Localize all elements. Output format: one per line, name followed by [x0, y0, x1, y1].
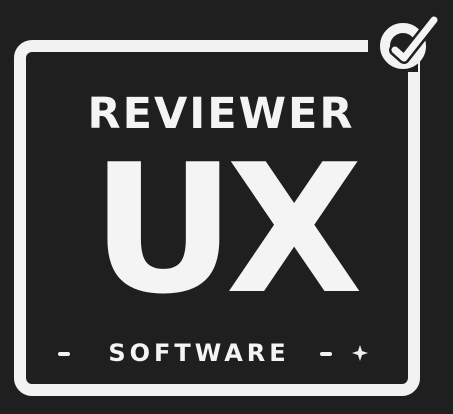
dash-icon: [320, 352, 332, 356]
brand-mark: UX: [91, 126, 363, 333]
logo-canvas: REVIEWER UX SOFTWARE: [0, 0, 453, 414]
sparkle-icon: [352, 345, 368, 361]
brand-subtitle: SOFTWARE: [108, 339, 290, 367]
checkmark-badge-icon: [380, 14, 440, 69]
brand-subtitle-row: SOFTWARE: [58, 336, 380, 370]
dash-icon: [58, 352, 70, 356]
